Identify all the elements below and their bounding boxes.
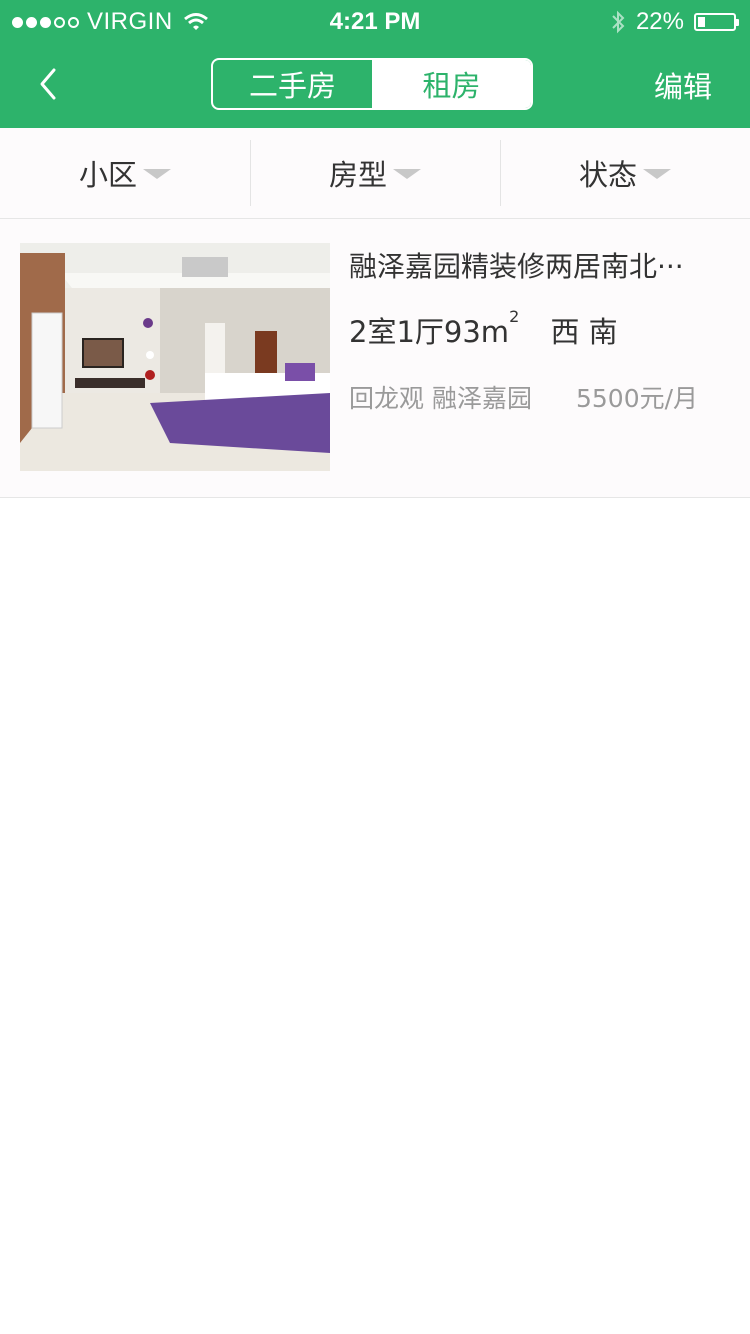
listing-meta: 回龙观 融泽嘉园 5500元/月: [349, 379, 729, 415]
listing-price: 5500元/月: [575, 384, 699, 413]
living-room-photo: [20, 243, 330, 471]
listing-community: 融泽嘉园: [431, 384, 532, 413]
filter-community[interactable]: 小区: [0, 128, 250, 218]
back-button[interactable]: [30, 62, 70, 106]
filter-label: 状态: [578, 158, 637, 192]
area-unit-superscript: 2: [509, 307, 520, 326]
listing-spec: 2室1厅93m2 西 南: [349, 307, 729, 351]
tab-rental[interactable]: 租房: [372, 60, 531, 108]
nav-header: VIRGIN 4:21 PM 22% 二手房 租房 编辑: [0, 0, 750, 128]
status-right: 22%: [610, 8, 739, 36]
battery-icon: [694, 13, 739, 31]
tab-second-hand[interactable]: 二手房: [213, 60, 372, 108]
battery-level: [698, 17, 705, 27]
caret-down-icon: [393, 169, 421, 179]
list-item[interactable]: 融泽嘉园精装修两居南北··· 2室1厅93m2 西 南 回龙观 融泽嘉园 550…: [0, 219, 750, 498]
filter-layout[interactable]: 房型: [250, 128, 500, 218]
battery-percentage: 22%: [635, 8, 684, 35]
filter-label: 房型: [328, 158, 387, 192]
listing-orientation: 西 南: [550, 315, 618, 349]
filter-label: 小区: [78, 158, 137, 192]
edit-button[interactable]: 编辑: [654, 64, 712, 106]
chevron-left-icon: [40, 68, 56, 100]
listing-title: 融泽嘉园精装修两居南北···: [349, 250, 684, 283]
listing-type-toggle: 二手房 租房: [211, 58, 533, 110]
caret-down-icon: [643, 169, 671, 179]
listing-thumbnail: [20, 243, 330, 471]
listing-info: 融泽嘉园精装修两居南北··· 2室1厅93m2 西 南 回龙观 融泽嘉园 550…: [349, 243, 729, 415]
listing-district: 回龙观: [349, 384, 425, 413]
listing-layout: 2室1厅93m: [349, 315, 510, 349]
caret-down-icon: [143, 169, 171, 179]
status-bar: VIRGIN 4:21 PM 22%: [0, 0, 750, 40]
filter-bar: 小区 房型 状态: [0, 128, 750, 219]
filter-status[interactable]: 状态: [500, 128, 750, 218]
bluetooth-icon: [612, 10, 625, 34]
